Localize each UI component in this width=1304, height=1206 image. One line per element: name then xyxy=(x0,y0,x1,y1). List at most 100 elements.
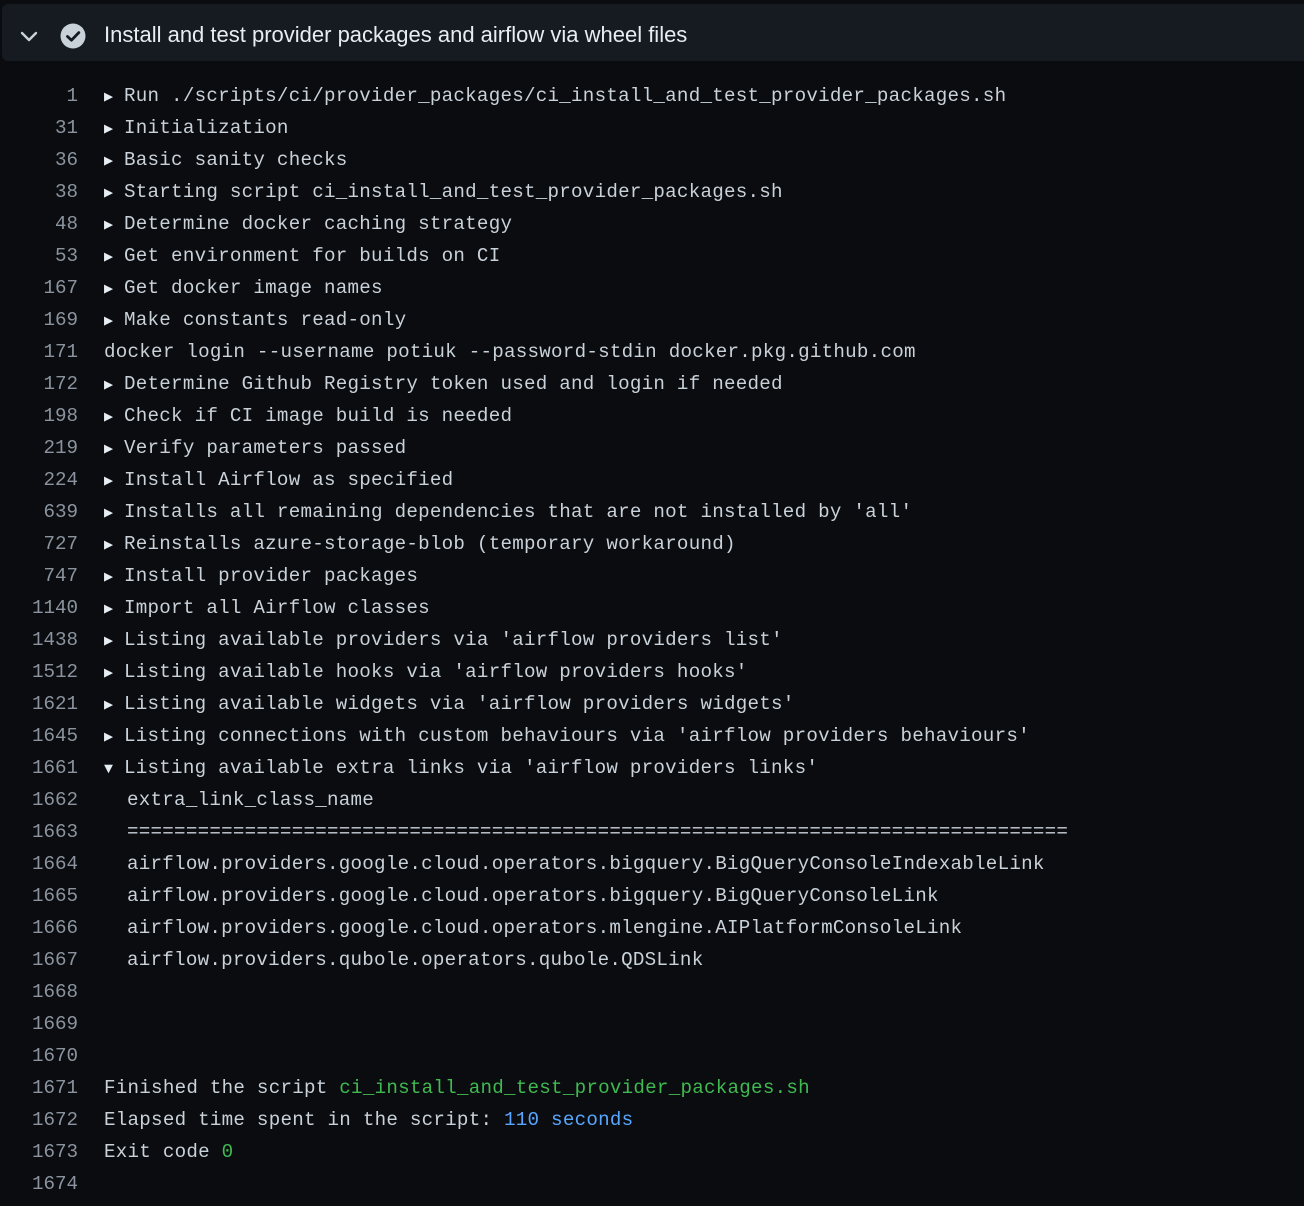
line-number[interactable]: 38 xyxy=(0,176,78,208)
line-number[interactable]: 1662 xyxy=(0,784,78,816)
triangle-right-icon[interactable]: ▶ xyxy=(104,594,124,626)
log-text: Install Airflow as specified xyxy=(124,469,454,491)
log-line-content: ▶ Listing connections with custom behavio… xyxy=(104,720,1030,754)
line-number[interactable]: 1663 xyxy=(0,816,78,848)
line-number[interactable]: 171 xyxy=(0,336,78,368)
log-line-content: ▶ Make constants read-only xyxy=(104,304,406,338)
log-line[interactable]: 167 ▶ Get docker image names xyxy=(0,272,1304,304)
triangle-right-icon[interactable]: ▶ xyxy=(104,370,124,402)
triangle-right-icon[interactable]: ▶ xyxy=(104,242,124,274)
line-number[interactable]: 167 xyxy=(0,272,78,304)
log-line-content: Finished the script ci_install_and_test_… xyxy=(104,1072,810,1104)
log-line: 1668 xyxy=(0,976,1304,1008)
triangle-right-icon[interactable]: ▶ xyxy=(104,114,124,146)
line-number[interactable]: 48 xyxy=(0,208,78,240)
log-line-content: ▶ Determine docker caching strategy xyxy=(104,208,512,242)
line-number[interactable]: 1 xyxy=(0,80,78,112)
triangle-right-icon[interactable]: ▶ xyxy=(104,722,124,754)
triangle-right-icon[interactable]: ▶ xyxy=(104,274,124,306)
triangle-right-icon[interactable]: ▶ xyxy=(104,82,124,114)
log-text: Determine Github Registry token used and… xyxy=(124,373,783,395)
line-number[interactable]: 1671 xyxy=(0,1072,78,1104)
log-line-content: extra_link_class_name xyxy=(104,784,374,816)
log-line[interactable]: 219 ▶ Verify parameters passed xyxy=(0,432,1304,464)
log-line[interactable]: 639 ▶ Installs all remaining dependencies … xyxy=(0,496,1304,528)
log-text: extra_link_class_name xyxy=(127,789,375,811)
line-number[interactable]: 36 xyxy=(0,144,78,176)
line-number[interactable]: 198 xyxy=(0,400,78,432)
log-line: 1665 airflow.providers.google.cloud.opera… xyxy=(0,880,1304,912)
line-number[interactable]: 1438 xyxy=(0,624,78,656)
line-number[interactable]: 1621 xyxy=(0,688,78,720)
log-line-content: ▶ Determine Github Registry token used an… xyxy=(104,368,783,402)
line-number[interactable]: 172 xyxy=(0,368,78,400)
log-line[interactable]: 747 ▶ Install provider packages xyxy=(0,560,1304,592)
log-line[interactable]: 1140 ▶ Import all Airflow classes xyxy=(0,592,1304,624)
triangle-right-icon[interactable]: ▶ xyxy=(104,498,124,530)
triangle-right-icon[interactable]: ▶ xyxy=(104,466,124,498)
line-number[interactable]: 639 xyxy=(0,496,78,528)
log-line-content: ▶ Installs all remaining dependencies tha… xyxy=(104,496,912,530)
line-number[interactable]: 219 xyxy=(0,432,78,464)
line-number[interactable]: 1645 xyxy=(0,720,78,752)
log-line[interactable]: 1661 ▼ Listing available extra links via '… xyxy=(0,752,1304,784)
triangle-right-icon[interactable]: ▶ xyxy=(104,146,124,178)
chevron-down-icon[interactable] xyxy=(18,25,40,47)
line-number[interactable]: 1667 xyxy=(0,944,78,976)
line-number[interactable]: 1670 xyxy=(0,1040,78,1072)
log-line[interactable]: 31 ▶ Initialization xyxy=(0,112,1304,144)
log-line[interactable]: 172 ▶ Determine Github Registry token used… xyxy=(0,368,1304,400)
log-line[interactable]: 38 ▶ Starting script ci_install_and_test_p… xyxy=(0,176,1304,208)
log-line-content: Exit code 0 xyxy=(104,1136,233,1168)
line-number[interactable]: 1664 xyxy=(0,848,78,880)
log-line[interactable]: 169 ▶ Make constants read-only xyxy=(0,304,1304,336)
log-line[interactable]: 48 ▶ Determine docker caching strategy xyxy=(0,208,1304,240)
log-line[interactable]: 1512 ▶ Listing available hooks via 'airflo… xyxy=(0,656,1304,688)
log-text: airflow.providers.google.cloud.operators… xyxy=(127,917,963,939)
triangle-right-icon[interactable]: ▶ xyxy=(104,530,124,562)
line-number[interactable]: 1661 xyxy=(0,752,78,784)
triangle-right-icon[interactable]: ▶ xyxy=(104,402,124,434)
line-number[interactable]: 747 xyxy=(0,560,78,592)
triangle-right-icon[interactable]: ▶ xyxy=(104,306,124,338)
triangle-right-icon[interactable]: ▶ xyxy=(104,434,124,466)
line-number[interactable]: 1668 xyxy=(0,976,78,1008)
log-line[interactable]: 36 ▶ Basic sanity checks xyxy=(0,144,1304,176)
log-line[interactable]: 1 ▶ Run ./scripts/ci/provider_packages/ci_… xyxy=(0,80,1304,112)
log-line[interactable]: 53 ▶ Get environment for builds on CI xyxy=(0,240,1304,272)
triangle-right-icon[interactable]: ▶ xyxy=(104,178,124,210)
triangle-right-icon[interactable]: ▶ xyxy=(104,562,124,594)
line-number[interactable]: 1140 xyxy=(0,592,78,624)
log-line[interactable]: 1645 ▶ Listing connections with custom beh… xyxy=(0,720,1304,752)
line-number[interactable]: 53 xyxy=(0,240,78,272)
line-number[interactable]: 1673 xyxy=(0,1136,78,1168)
line-number[interactable]: 224 xyxy=(0,464,78,496)
line-number[interactable]: 1666 xyxy=(0,912,78,944)
line-number[interactable]: 1665 xyxy=(0,880,78,912)
log-highlight: 110 seconds xyxy=(504,1109,634,1131)
triangle-right-icon[interactable]: ▶ xyxy=(104,210,124,242)
log-line: 1663 ====================================… xyxy=(0,816,1304,848)
step-header[interactable]: Install and test provider packages and a… xyxy=(2,4,1304,61)
log-line[interactable]: 727 ▶ Reinstalls azure-storage-blob (tempo… xyxy=(0,528,1304,560)
line-number[interactable]: 169 xyxy=(0,304,78,336)
line-number[interactable]: 1674 xyxy=(0,1168,78,1200)
log-line[interactable]: 198 ▶ Check if CI image build is needed xyxy=(0,400,1304,432)
log-line-content: airflow.providers.qubole.operators.qubol… xyxy=(104,944,703,976)
triangle-right-icon[interactable]: ▶ xyxy=(104,658,124,690)
line-number[interactable]: 1669 xyxy=(0,1008,78,1040)
triangle-right-icon[interactable]: ▶ xyxy=(104,690,124,722)
log-text: Exit code xyxy=(104,1141,222,1163)
log-line[interactable]: 1438 ▶ Listing available providers via 'ai… xyxy=(0,624,1304,656)
log-line[interactable]: 1621 ▶ Listing available widgets via 'airf… xyxy=(0,688,1304,720)
triangle-right-icon[interactable]: ▶ xyxy=(104,626,124,658)
line-number[interactable]: 727 xyxy=(0,528,78,560)
line-number[interactable]: 31 xyxy=(0,112,78,144)
log-line[interactable]: 224 ▶ Install Airflow as specified xyxy=(0,464,1304,496)
triangle-down-icon[interactable]: ▼ xyxy=(104,754,124,786)
line-number[interactable]: 1672 xyxy=(0,1104,78,1136)
log-text: Get docker image names xyxy=(124,277,383,299)
line-number[interactable]: 1512 xyxy=(0,656,78,688)
log-line-content: ▶ Install Airflow as specified xyxy=(104,464,453,498)
log-text: Determine docker caching strategy xyxy=(124,213,513,235)
